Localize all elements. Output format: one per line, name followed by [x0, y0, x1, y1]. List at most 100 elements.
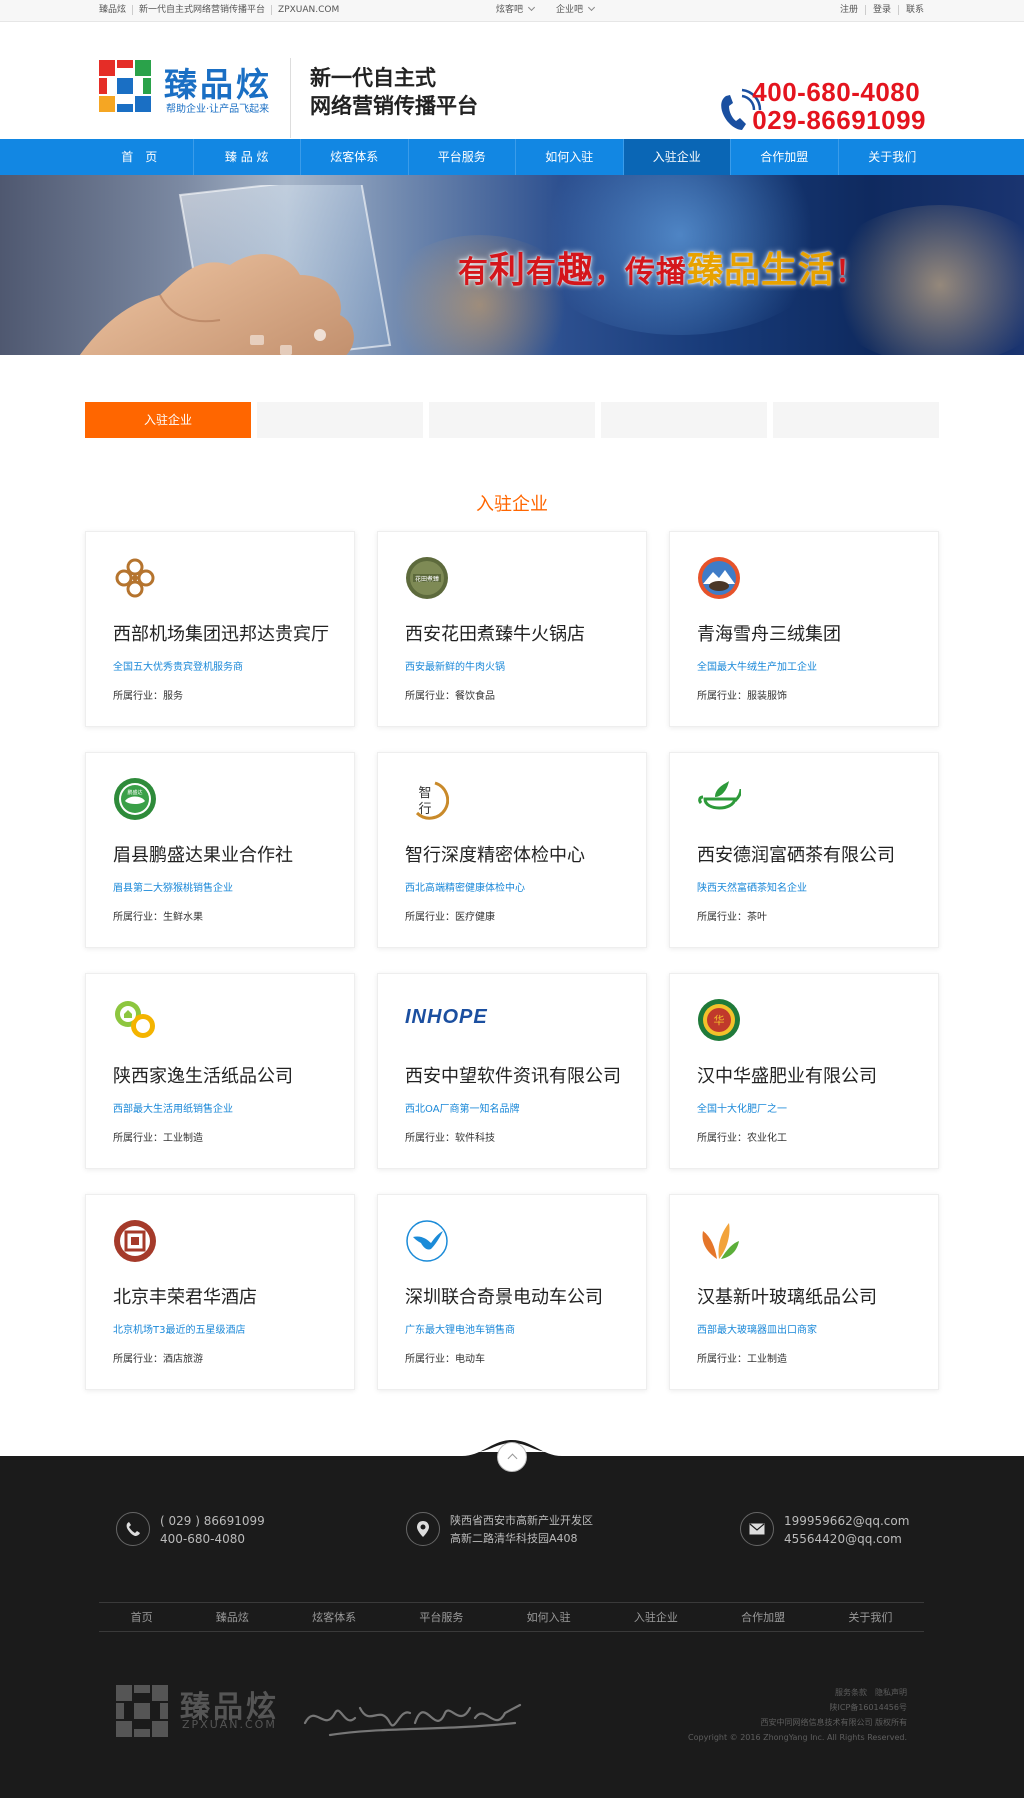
company-industry: 所属行业：电动车	[405, 1354, 485, 1365]
address-lines: 陕西省西安市高新产业开发区 高新二路清华科技园A408	[450, 1512, 593, 1548]
section-title: 入驻企业	[476, 494, 548, 515]
nav-member-companies[interactable]: 入驻企业	[623, 139, 731, 175]
company-card[interactable]: 深圳联合奇景电动车公司 广东最大锂电池车销售商 所属行业：电动车	[377, 1194, 647, 1390]
company-industry: 所属行业：生鲜水果	[113, 912, 203, 923]
company-card[interactable]: 智 行 智行深度精密体检中心 西北高端精密健康体检中心 所属行业：医疗健康	[377, 752, 647, 948]
chevron-down-icon	[587, 3, 596, 12]
hotline-numbers: 400-680-4080 029-86691099	[752, 78, 926, 134]
company-industry: 所属行业：工业制造	[697, 1354, 787, 1365]
tab-empty[interactable]	[601, 402, 767, 438]
svg-text:智: 智	[418, 786, 431, 801]
tab-empty[interactable]	[429, 402, 595, 438]
company-name: 汉基新叶玻璃纸品公司	[697, 1287, 877, 1308]
header-divider	[290, 58, 291, 138]
tagline-part: 利	[489, 250, 527, 291]
nav-about-us[interactable]: 关于我们	[839, 139, 947, 175]
company-card[interactable]: 陕西家逸生活纸品公司 西部最大生活用纸销售企业 所属行业：工业制造	[85, 973, 355, 1169]
company-card[interactable]: 北京丰荣君华酒店 北京机场T3最近的五星级酒店 所属行业：酒店旅游	[85, 1194, 355, 1390]
footer-nav-home[interactable]: 首页	[131, 1609, 153, 1625]
hand-phone-illustration	[79, 185, 392, 355]
yak-logo-icon	[698, 557, 740, 599]
footer-nav-platform-service[interactable]: 平台服务	[419, 1609, 463, 1625]
company-name: 西安中望软件资讯有限公司	[405, 1066, 621, 1087]
footer-policy-links[interactable]: 服务条款 隐私声明	[688, 1685, 907, 1700]
company-name: 眉县鹏盛达果业合作社	[113, 845, 293, 866]
footer-nav-zpxuan[interactable]: 臻品炫	[216, 1609, 249, 1625]
company-industry: 所属行业：茶叶	[697, 912, 767, 923]
logo-name[interactable]: 臻品炫	[164, 58, 272, 106]
company-card[interactable]: 鹏盛达 眉县鹏盛达果业合作社 眉县第二大猕猴桃销售企业 所属行业：生鲜水果	[85, 752, 355, 948]
footer-email-2[interactable]: 45564420@qq.com	[784, 1530, 909, 1548]
phone-lines: ( 029 ) 86691099 400-680-4080	[160, 1512, 265, 1548]
register-link[interactable]: 注册	[833, 5, 866, 15]
nav-platform-service[interactable]: 平台服务	[409, 139, 516, 175]
company-desc: 广东最大锂电池车销售商	[405, 1325, 515, 1336]
nav-cooperation[interactable]: 合作加盟	[731, 139, 839, 175]
contact-address: 陕西省西安市高新产业开发区 高新二路清华科技园A408	[406, 1512, 593, 1548]
topbar-brand-link[interactable]: 臻品炫	[99, 5, 134, 15]
teapot-logo-icon	[698, 781, 741, 810]
footer-nav-member-companies[interactable]: 入驻企业	[634, 1609, 678, 1625]
tab-empty[interactable]	[773, 402, 939, 438]
contact-phone: ( 029 ) 86691099 400-680-4080	[116, 1512, 265, 1548]
footer-copyright: Copyright © 2016 ZhongYang Inc. All Righ…	[688, 1733, 907, 1742]
back-to-top-button[interactable]	[497, 1442, 527, 1472]
qiye-dropdown[interactable]: 企业吧	[556, 3, 596, 15]
company-card[interactable]: 花田煮臻 西安花田煮臻牛火锅店 西安最新鲜的牛肉火锅 所属行业：餐饮食品	[377, 531, 647, 727]
email-lines: 199959662@qq.com 45564420@qq.com	[784, 1512, 909, 1548]
inhope-wordmark: INHOPE	[405, 1006, 488, 1028]
company-card[interactable]: 汉基新叶玻璃纸品公司 西部最大玻璃器皿出口商家 所属行业：工业制造	[669, 1194, 939, 1390]
topbar-domain-link[interactable]: ZPXUAN.COM	[272, 5, 345, 15]
contact-email: 199959662@qq.com 45564420@qq.com	[740, 1512, 909, 1548]
footer-nav-cooperation[interactable]: 合作加盟	[741, 1609, 785, 1625]
footer-nav: 首页 臻品炫 炫客体系 平台服务 如何入驻 入驻企业 合作加盟 关于我们	[99, 1602, 924, 1632]
slogan-line-1: 新一代自主式	[310, 66, 436, 90]
zhixing-logo-icon: 智 行	[415, 781, 449, 820]
company-desc: 北京机场T3最近的五星级酒店	[113, 1325, 246, 1336]
hotline-029: 029-86691099	[752, 105, 926, 135]
nav-home[interactable]: 首 页	[86, 139, 194, 175]
phone-icon	[116, 1512, 150, 1546]
svg-text:行: 行	[418, 802, 431, 817]
xuanke-dropdown[interactable]: 炫客吧	[496, 3, 536, 15]
company-desc: 西北OA厂商第一知名品牌	[405, 1104, 520, 1115]
inhope-logo-icon: INHOPE	[405, 1006, 505, 1050]
pengshengda-logo-icon: 鹏盛达	[114, 778, 156, 820]
company-industry: 所属行业：农业化工	[697, 1133, 787, 1144]
location-pin-icon	[406, 1512, 440, 1546]
footer-address-2: 高新二路清华科技园A408	[450, 1532, 578, 1545]
company-card[interactable]: 西部机场集团迅邦达贵宾厅 全国五大优秀贵宾登机服务商 所属行业：服务	[85, 531, 355, 727]
company-card[interactable]: 青海雪舟三绒集团 全国最大牛绒生产加工企业 所属行业：服装服饰	[669, 531, 939, 727]
footer-logo-icon	[116, 1685, 168, 1737]
footer-nav-about-us[interactable]: 关于我们	[848, 1609, 892, 1625]
company-desc: 西部最大玻璃器皿出口商家	[697, 1325, 817, 1336]
footer-email-1[interactable]: 199959662@qq.com	[784, 1512, 909, 1530]
company-card[interactable]: 华 汉中华盛肥业有限公司 全国十大化肥厂之一 所属行业：农业化工	[669, 973, 939, 1169]
swirl-logo-icon	[115, 558, 155, 598]
tab-empty[interactable]	[257, 402, 423, 438]
xuanke-dropdown-label: 炫客吧	[496, 5, 524, 15]
footer-nav-xuanke-system[interactable]: 炫客体系	[312, 1609, 356, 1625]
tagline-part: ，传播	[594, 255, 688, 290]
company-desc: 全国十大化肥厂之一	[697, 1104, 787, 1115]
footer-contact: ( 029 ) 86691099 400-680-4080 陕西省西安市高新产业…	[0, 1512, 1024, 1562]
company-industry: 所属行业：服务	[113, 691, 183, 702]
nav-how-to-join[interactable]: 如何入驻	[516, 139, 624, 175]
footer-icp: 陕ICP备16014456号	[829, 1703, 908, 1712]
company-card[interactable]: 西安德润富硒茶有限公司 陕西天然富硒茶知名企业 所属行业：茶叶	[669, 752, 939, 948]
company-industry: 所属行业：工业制造	[113, 1133, 203, 1144]
topbar-slogan-link[interactable]: 新一代自主式网络营销传播平台	[133, 5, 273, 15]
tagline-part: 有	[458, 255, 489, 290]
footer-phone-1: ( 029 ) 86691099	[160, 1514, 265, 1528]
login-link[interactable]: 登录	[866, 5, 899, 15]
company-card[interactable]: INHOPE 西安中望软件资讯有限公司 西北OA厂商第一知名品牌 所属行业：软件…	[377, 973, 647, 1169]
footer-nav-how-to-join[interactable]: 如何入驻	[527, 1609, 571, 1625]
zpxuan-logo-icon[interactable]	[99, 60, 151, 112]
nav-xuanke-system[interactable]: 炫客体系	[301, 139, 409, 175]
huatian-logo-icon: 花田煮臻	[406, 557, 448, 599]
company-name: 西安花田煮臻牛火锅店	[405, 624, 585, 645]
tab-member-companies[interactable]: 入驻企业	[85, 402, 251, 438]
contact-link[interactable]: 联系	[899, 5, 924, 15]
footer-phone-2: 400-680-4080	[160, 1532, 246, 1546]
nav-zpxuan[interactable]: 臻 品 炫	[194, 139, 301, 175]
